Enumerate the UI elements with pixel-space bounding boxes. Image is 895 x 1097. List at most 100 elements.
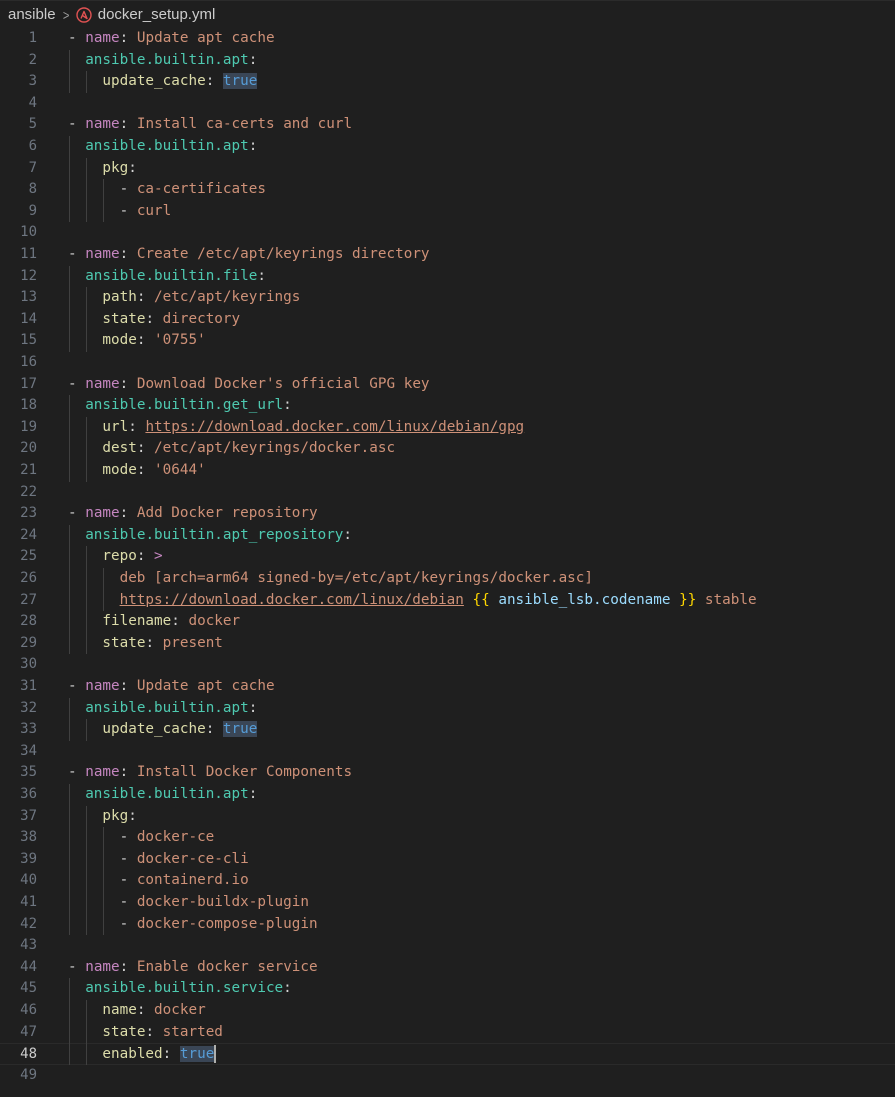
code-line[interactable]: 21 mode: '0644' (0, 460, 895, 482)
code-line[interactable]: 31 - name: Update apt cache (0, 676, 895, 698)
code-line[interactable]: 48 enabled: true (0, 1043, 895, 1065)
token-str: ca-certificates (136, 181, 266, 198)
token-str: docker-ce (136, 829, 215, 846)
code-content: state: present (102, 633, 223, 655)
token-dash: - (119, 181, 137, 198)
code-line[interactable]: 12 ansible.builtin.file: (0, 266, 895, 288)
token-punct: : (119, 958, 137, 975)
line-number: 27 (20, 591, 37, 608)
token-prop: enabled (102, 1046, 163, 1063)
code-line[interactable]: 43 (0, 935, 895, 957)
code-line[interactable]: 47 state: started (0, 1022, 895, 1044)
code-line[interactable]: 16 (0, 352, 895, 374)
token-str: /etc/apt/keyrings/docker.asc (154, 440, 396, 457)
line-number: 15 (20, 332, 37, 349)
token-mod: ansible.builtin.apt (85, 51, 249, 68)
code-line[interactable]: 39 - docker-ce-cli (0, 849, 895, 871)
line-number: 3 (28, 73, 37, 90)
indent-guide (103, 827, 105, 936)
code-line[interactable]: 2 ansible.builtin.apt: (0, 50, 895, 72)
token-key: name (85, 30, 120, 46)
code-line[interactable]: 20 dest: /etc/apt/keyrings/docker.asc (0, 438, 895, 460)
token-prop: repo (102, 548, 137, 565)
code-line[interactable]: 35 - name: Install Docker Components (0, 762, 895, 784)
breadcrumb-folder[interactable]: ansible (8, 6, 56, 23)
token-punct: : (162, 1046, 180, 1063)
code-line[interactable]: 23 - name: Add Docker repository (0, 503, 895, 525)
code-line[interactable]: 13 path: /etc/apt/keyrings (0, 287, 895, 309)
line-number: 30 (20, 656, 37, 673)
code-line[interactable]: 28 filename: docker (0, 611, 895, 633)
code-line[interactable]: 5 - name: Install ca-certs and curl (0, 114, 895, 136)
code-line[interactable]: 40 - containerd.io (0, 870, 895, 892)
code-line[interactable]: 42 - docker-compose-plugin (0, 914, 895, 936)
code-line[interactable]: 11 - name: Create /etc/apt/keyrings direc… (0, 244, 895, 266)
token-punct: : (119, 505, 137, 522)
code-content: ansible.builtin.get_url: (85, 395, 292, 417)
token-punct: : (248, 138, 258, 154)
code-line[interactable]: 1 - name: Update apt cache (0, 28, 895, 50)
code-line[interactable]: 8 - ca-certificates (0, 179, 895, 201)
indent-guide (86, 416, 88, 482)
code-content: - curl (120, 201, 172, 223)
token-var: ansible_lsb.codename (498, 591, 671, 608)
code-line[interactable]: 36 ansible.builtin.apt: (0, 784, 895, 806)
code-line[interactable]: 4 (0, 93, 895, 115)
token-mod: ansible.builtin.service (85, 980, 284, 997)
line-number: 12 (20, 267, 37, 284)
code-content: - name: Create /etc/apt/keyrings directo… (68, 244, 430, 266)
code-line[interactable]: 34 (0, 741, 895, 763)
token-op: > (154, 548, 163, 565)
indent-guide (69, 524, 70, 655)
code-line[interactable]: 9 - curl (0, 201, 895, 223)
code-line[interactable]: 46 name: docker (0, 1000, 895, 1022)
token-dash: - (119, 872, 137, 889)
code-line[interactable]: 15 mode: '0755' (0, 330, 895, 352)
indent-guide (86, 287, 88, 352)
code-content: - docker-compose-plugin (120, 914, 318, 936)
code-line[interactable]: 29 state: present (0, 633, 895, 655)
indent-guide (86, 71, 88, 93)
code-content: deb [arch=arm64 signed-by=/etc/apt/keyri… (120, 568, 593, 590)
code-line[interactable]: 14 state: directory (0, 309, 895, 331)
token-punct: : (136, 1002, 155, 1018)
token-punct: : (171, 613, 189, 630)
code-line[interactable]: 49 (0, 1065, 895, 1087)
code-editor[interactable]: 1 - name: Update apt cache 2 ansible.builti… (0, 28, 895, 1097)
line-number: 4 (28, 94, 37, 111)
code-line[interactable]: 27 https://download.docker.com/linux/debi… (0, 590, 895, 612)
code-line[interactable]: 17 - name: Download Docker's official GPG… (0, 374, 895, 396)
code-line[interactable]: 38 - docker-ce (0, 827, 895, 849)
code-line[interactable]: 24 ansible.builtin.apt_repository: (0, 525, 895, 547)
code-line[interactable]: 25 repo: > (0, 546, 895, 568)
line-number: 5 (28, 116, 37, 133)
code-line[interactable]: 18 ansible.builtin.get_url: (0, 395, 895, 417)
code-content: - name: Enable docker service (68, 957, 318, 979)
code-line[interactable]: 7 pkg: (0, 158, 895, 180)
code-line[interactable]: 32 ansible.builtin.apt: (0, 698, 895, 720)
code-line[interactable]: 10 (0, 222, 895, 244)
code-line[interactable]: 30 (0, 654, 895, 676)
code-line[interactable]: 44 - name: Enable docker service (0, 957, 895, 979)
line-number: 23 (20, 505, 37, 522)
code-line[interactable]: 45 ansible.builtin.service: (0, 978, 895, 1000)
code-line[interactable]: 3 update_cache: true (0, 71, 895, 93)
code-line[interactable]: 22 (0, 482, 895, 504)
token-key: name (85, 505, 120, 522)
code-line[interactable]: 6 ansible.builtin.apt: (0, 136, 895, 158)
line-number: 1 (28, 30, 37, 46)
line-number: 39 (20, 850, 37, 867)
token-brace: {{ (472, 591, 490, 608)
token-punct: : (128, 159, 137, 176)
token-punct: : (257, 267, 266, 284)
ansible-icon (76, 6, 92, 23)
code-line[interactable]: 19 url: https://download.docker.com/linux… (0, 417, 895, 439)
token-mod: ansible.builtin.apt_repository (85, 526, 344, 543)
token-key: name (85, 375, 120, 392)
code-line[interactable]: 37 pkg: (0, 806, 895, 828)
code-line[interactable]: 41 - docker-buildx-plugin (0, 892, 895, 914)
code-line[interactable]: 33 update_cache: true (0, 719, 895, 741)
code-line[interactable]: 26 deb [arch=arm64 signed-by=/etc/apt/key… (0, 568, 895, 590)
token-dash: - (68, 375, 86, 392)
breadcrumb-file[interactable]: docker_setup.yml (98, 6, 216, 23)
